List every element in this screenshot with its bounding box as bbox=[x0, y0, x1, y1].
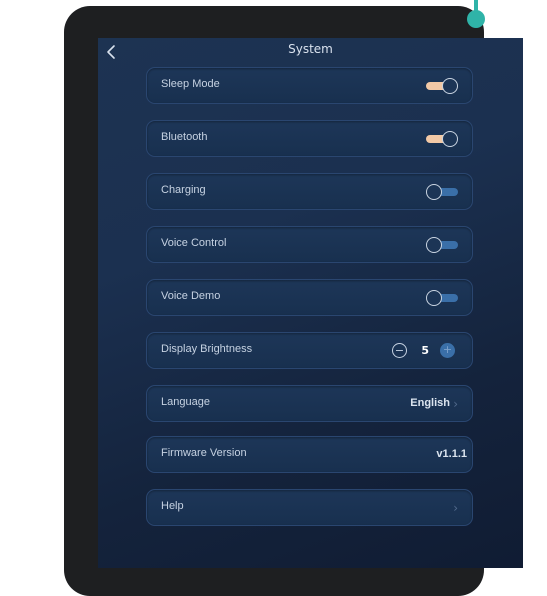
setting-row-sleep-mode: Sleep Mode bbox=[146, 67, 473, 104]
toggle-knob bbox=[442, 78, 458, 94]
voice-control-toggle[interactable] bbox=[426, 237, 458, 253]
setting-label: Language bbox=[161, 396, 210, 408]
setting-label: Charging bbox=[161, 184, 206, 196]
toggle-knob bbox=[426, 237, 442, 253]
toggle-knob bbox=[442, 131, 458, 147]
setting-label: Sleep Mode bbox=[161, 78, 220, 90]
setting-label: Firmware Version bbox=[161, 447, 247, 459]
toggle-knob bbox=[426, 290, 442, 306]
chevron-right-icon[interactable]: › bbox=[453, 501, 458, 515]
brightness-value: 5 bbox=[421, 344, 429, 357]
setting-label: Voice Demo bbox=[161, 290, 221, 302]
language-value: English bbox=[410, 397, 450, 409]
setting-row-firmware-version: Firmware Version v1.1.1 bbox=[146, 436, 473, 473]
firmware-version-value: v1.1.1 bbox=[436, 448, 467, 460]
setting-label: Help bbox=[161, 500, 184, 512]
setting-row-charging: Charging bbox=[146, 173, 473, 210]
toggle-knob bbox=[426, 184, 442, 200]
setting-row-language[interactable]: Language English › bbox=[146, 385, 473, 422]
setting-row-display-brightness: Display Brightness − 5 + bbox=[146, 332, 473, 369]
setting-row-help[interactable]: Help › bbox=[146, 489, 473, 526]
chevron-right-icon[interactable]: › bbox=[453, 397, 458, 411]
setting-label: Bluetooth bbox=[161, 131, 208, 143]
system-settings-screen: System Sleep Mode Bluetooth Charging Voi… bbox=[98, 38, 523, 568]
brightness-decrease-button[interactable]: − bbox=[392, 343, 407, 358]
setting-label: Display Brightness bbox=[161, 343, 253, 355]
setting-label: Voice Control bbox=[161, 237, 227, 249]
setting-row-voice-control: Voice Control bbox=[146, 226, 473, 263]
setting-row-voice-demo: Voice Demo bbox=[146, 279, 473, 316]
sleep-mode-toggle[interactable] bbox=[426, 78, 458, 94]
bluetooth-toggle[interactable] bbox=[426, 131, 458, 147]
brightness-increase-button[interactable]: + bbox=[440, 343, 455, 358]
voice-demo-toggle[interactable] bbox=[426, 290, 458, 306]
page-title: System bbox=[288, 42, 333, 56]
setting-row-bluetooth: Bluetooth bbox=[146, 120, 473, 157]
device-indicator-dot bbox=[467, 10, 485, 28]
charging-toggle[interactable] bbox=[426, 184, 458, 200]
